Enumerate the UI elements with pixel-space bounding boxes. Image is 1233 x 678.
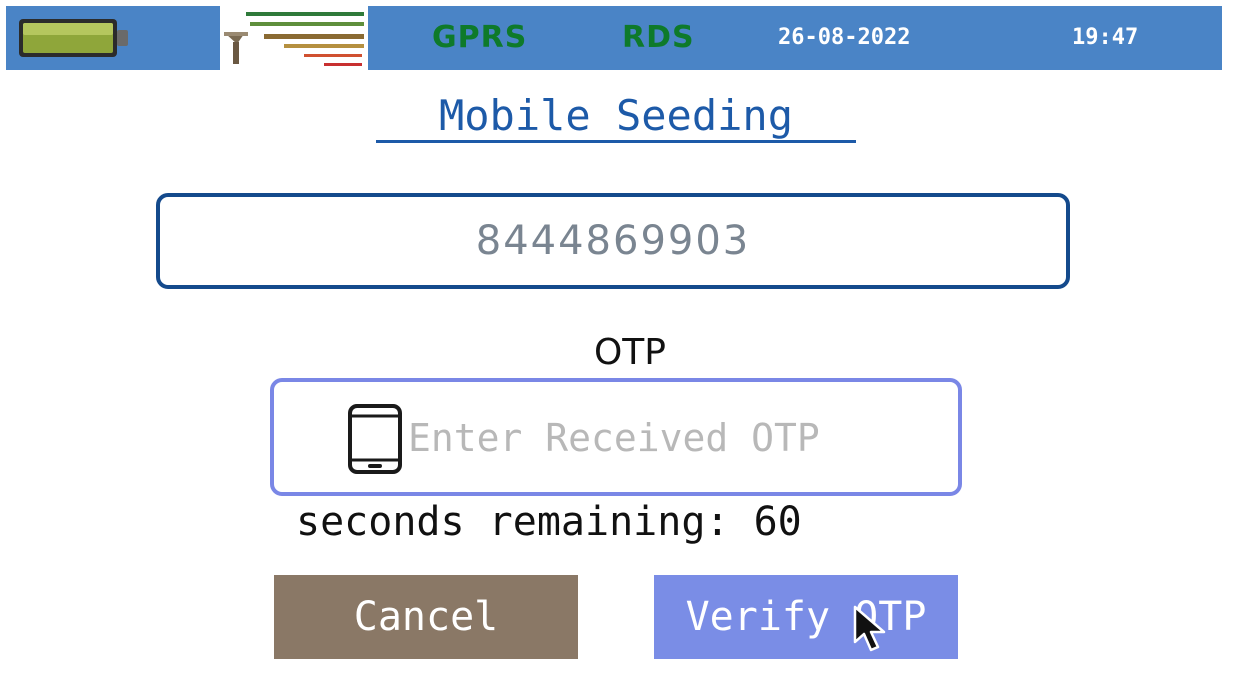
- network-status: GPRS: [432, 20, 528, 55]
- cancel-button[interactable]: Cancel: [274, 575, 578, 659]
- page-title-underline: [376, 140, 856, 143]
- otp-input[interactable]: [408, 404, 958, 472]
- status-time: 19:47: [1072, 25, 1139, 50]
- signal-logo-icon: [220, 6, 368, 70]
- status-date: 26-08-2022: [778, 25, 911, 50]
- countdown-value: 60: [753, 499, 802, 545]
- mode-status: RDS: [622, 20, 695, 55]
- mobile-number-value: 8444869903: [475, 218, 751, 264]
- countdown-label: seconds remaining:: [296, 499, 730, 545]
- battery-icon: [19, 19, 128, 57]
- status-bar: GPRS RDS 26-08-2022 19:47: [6, 6, 1222, 70]
- countdown-text: seconds remaining: 60: [296, 496, 936, 548]
- page-title: Mobile Seeding: [438, 91, 793, 140]
- otp-field[interactable]: [270, 378, 962, 496]
- mobile-number-field[interactable]: 8444869903: [156, 193, 1070, 289]
- otp-label: OTP: [593, 332, 667, 373]
- mouse-cursor-icon: [853, 605, 886, 652]
- phone-icon: [348, 404, 402, 474]
- verify-otp-button[interactable]: Verify OTP: [654, 575, 958, 659]
